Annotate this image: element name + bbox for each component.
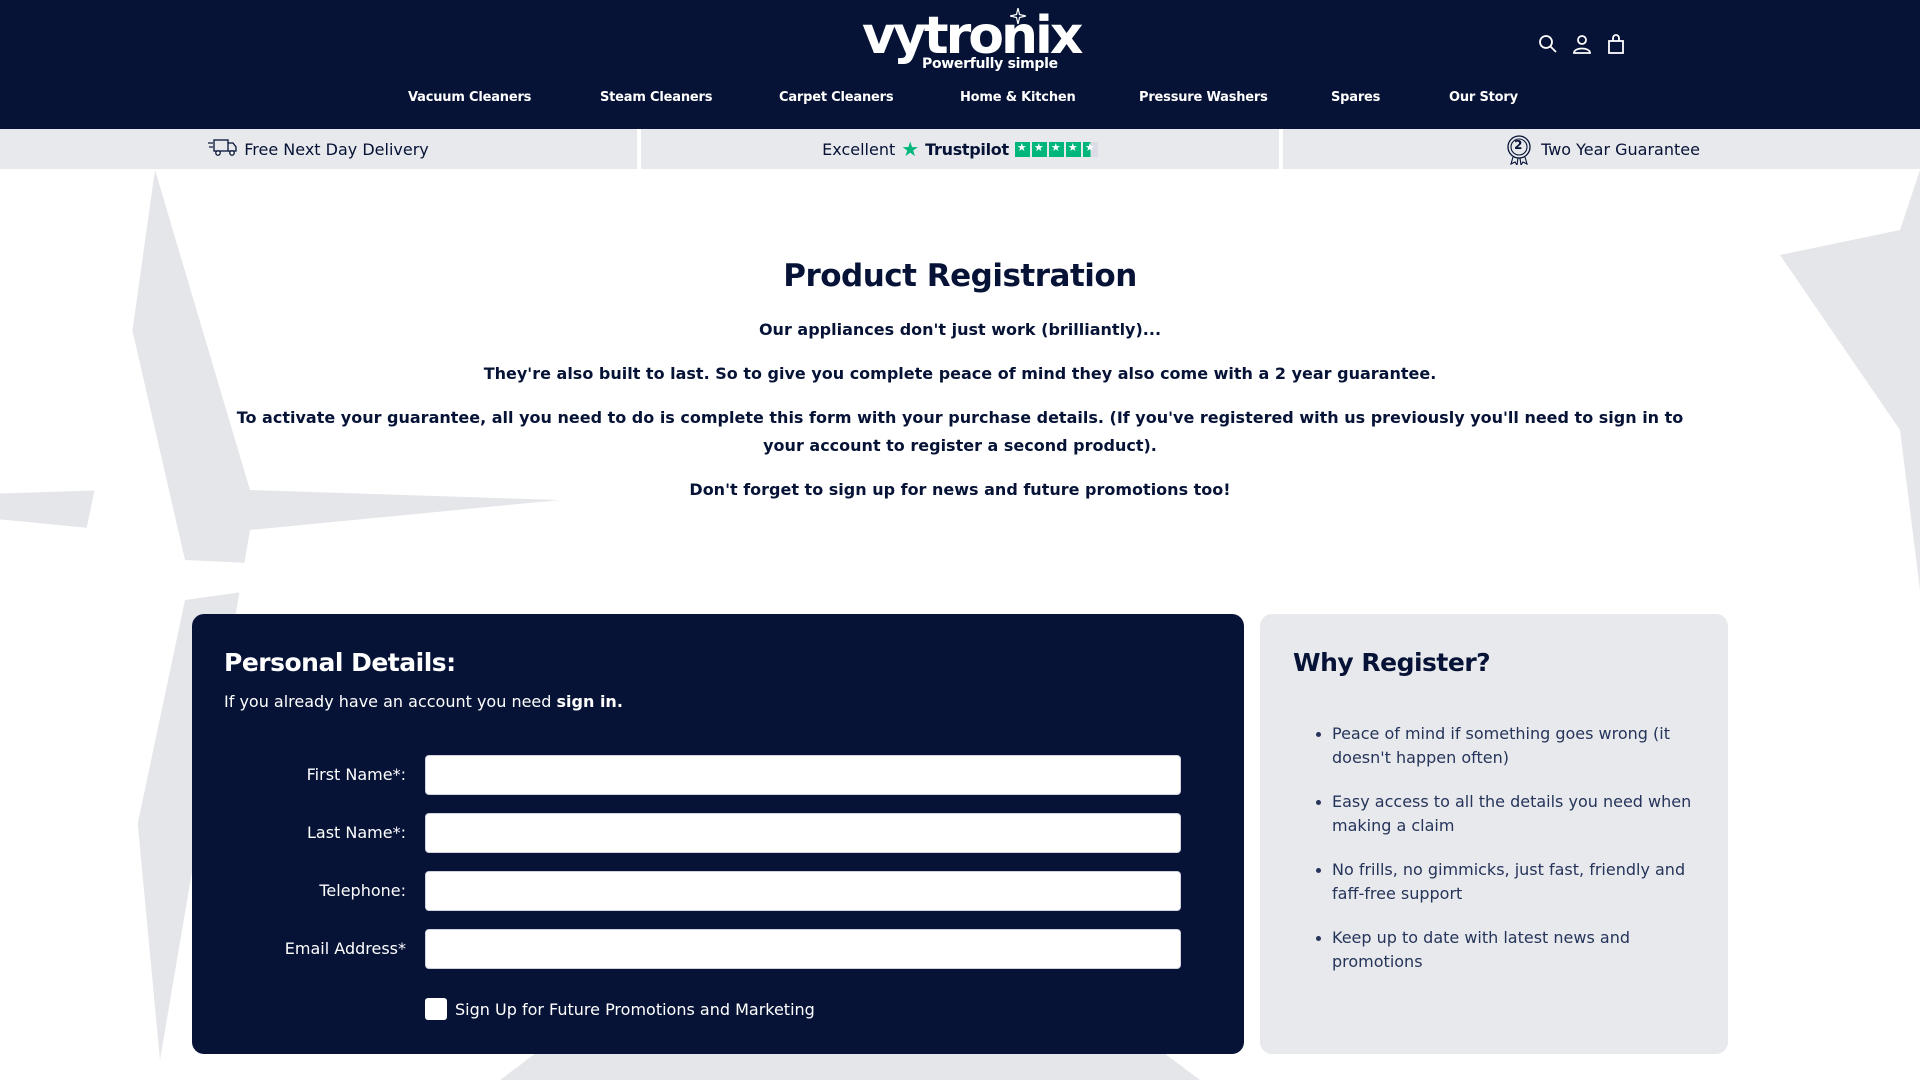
logo-sparkle-icon — [1010, 8, 1026, 24]
nav-item-our-story[interactable]: Our Story — [1449, 90, 1518, 105]
signin-link[interactable]: sign in. — [557, 692, 623, 711]
usp-guarantee-text: Two Year Guarantee — [1541, 139, 1700, 159]
brand-tagline: Powerfully simple — [922, 56, 1058, 72]
why-register-title: Why Register? — [1293, 648, 1491, 677]
first-name-label: First Name*: — [306, 765, 406, 784]
usp-guarantee: 2 Two Year Guarantee — [1283, 129, 1920, 169]
last-name-input[interactable] — [425, 813, 1181, 853]
first-name-row: First Name*: — [192, 755, 1244, 797]
intro-section: Product Registration Our appliances don'… — [200, 258, 1720, 520]
list-item: Peace of mind if something goes wrong (i… — [1316, 722, 1702, 770]
cart-icon[interactable] — [1606, 34, 1626, 54]
list-item: No frills, no gimmicks, just fast, frien… — [1316, 858, 1702, 906]
first-name-input[interactable] — [425, 755, 1181, 795]
header-icons — [1538, 34, 1626, 54]
usp-bar: Free Next Day Delivery Excellent ★ Trust… — [0, 129, 1920, 169]
trustpilot-rating-text: Excellent — [822, 139, 896, 159]
marketing-signup-checkbox[interactable] — [425, 998, 447, 1020]
email-label: Email Address* — [284, 939, 406, 958]
usp-delivery: Free Next Day Delivery — [0, 129, 637, 169]
nav-item-pressure-washers[interactable]: Pressure Washers — [1139, 90, 1268, 105]
telephone-row: Telephone: — [192, 871, 1244, 913]
marketing-signup-label[interactable]: Sign Up for Future Promotions and Market… — [455, 1000, 815, 1019]
form-title: Personal Details: — [224, 648, 456, 677]
list-item: Easy access to all the details you need … — [1316, 790, 1702, 838]
background-star-decoration-bottom — [500, 1050, 1200, 1080]
signin-note: If you already have an account you need … — [224, 692, 623, 711]
intro-paragraph-4: Don't forget to sign up for news and fut… — [689, 480, 1231, 499]
telephone-label: Telephone: — [319, 881, 406, 900]
brand-logo[interactable]: vytronix Powerfully simple — [862, 8, 1083, 78]
marketing-signup-row: Sign Up for Future Promotions and Market… — [425, 998, 815, 1020]
usp-trustpilot[interactable]: Excellent ★ Trustpilot — [641, 129, 1279, 169]
list-item: Keep up to date with latest news and pro… — [1316, 926, 1702, 974]
email-row: Email Address* — [192, 929, 1244, 971]
usp-delivery-text: Free Next Day Delivery — [244, 139, 429, 159]
site-header: vytronix Powerfully simple Vacuum Cleane… — [0, 0, 1920, 129]
trustpilot-brand-text: Trustpilot — [925, 139, 1009, 159]
guarantee-badge-icon: 2 — [1503, 133, 1535, 167]
page-title: Product Registration — [783, 258, 1137, 294]
intro-paragraph-3: To activate your guarantee, all you need… — [236, 408, 1684, 455]
delivery-truck-icon — [208, 137, 238, 161]
trustpilot-star-icon: ★ — [901, 137, 920, 161]
nav-item-carpet-cleaners[interactable]: Carpet Cleaners — [779, 90, 894, 105]
personal-details-form: Personal Details: If you already have an… — [192, 614, 1244, 1054]
nav-item-vacuum-cleaners[interactable]: Vacuum Cleaners — [408, 90, 531, 105]
signin-note-text: If you already have an account you need — [224, 692, 557, 711]
nav-item-spares[interactable]: Spares — [1331, 90, 1380, 105]
last-name-row: Last Name*: — [192, 813, 1244, 855]
telephone-input[interactable] — [425, 871, 1181, 911]
email-input[interactable] — [425, 929, 1181, 969]
search-icon[interactable] — [1538, 34, 1558, 54]
nav-item-home-kitchen[interactable]: Home & Kitchen — [960, 90, 1076, 105]
last-name-label: Last Name*: — [306, 823, 406, 842]
background-star-decoration-right — [1780, 170, 1920, 590]
nav-item-steam-cleaners[interactable]: Steam Cleaners — [600, 90, 712, 105]
guarantee-badge-number: 2 — [1514, 138, 1523, 152]
trustpilot-stars — [1014, 141, 1098, 157]
account-icon[interactable] — [1572, 34, 1592, 54]
main-navigation: Vacuum Cleaners Steam Cleaners Carpet Cl… — [0, 90, 1920, 114]
intro-paragraph-1: Our appliances don't just work (brillian… — [758, 320, 1162, 339]
why-register-panel: Why Register? Peace of mind if something… — [1260, 614, 1728, 1054]
why-register-list: Peace of mind if something goes wrong (i… — [1316, 722, 1702, 994]
intro-paragraph-2: They're also built to last. So to give y… — [483, 364, 1437, 383]
